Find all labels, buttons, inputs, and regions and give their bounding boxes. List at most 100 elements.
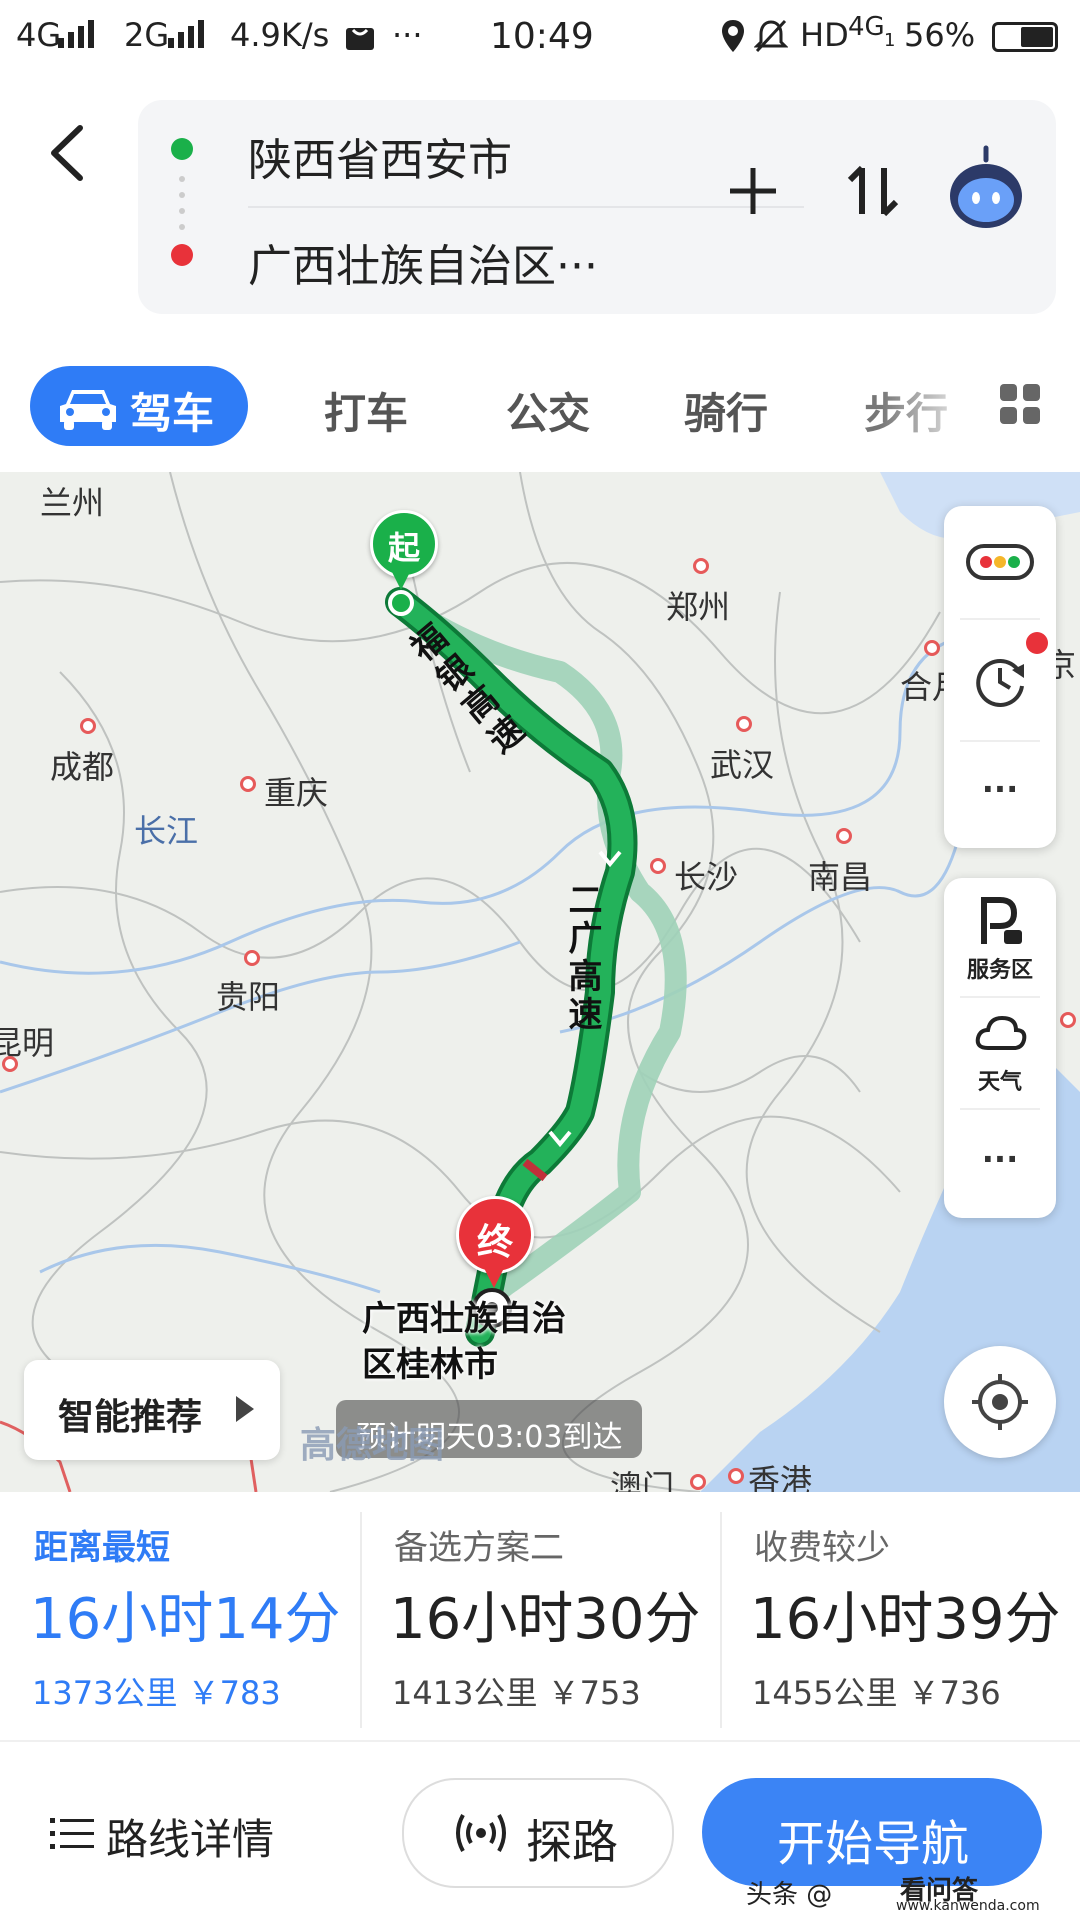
signal-icon-2: [168, 20, 210, 48]
explore-label: 探路: [526, 1815, 618, 1869]
controls-more-1[interactable]: ···: [944, 770, 1056, 808]
travel-mode-tabs: 驾车 打车 公交 骑行 步行: [0, 348, 1080, 472]
play-arrow-icon: [236, 1396, 254, 1422]
city-dot-nanchang: [836, 828, 852, 844]
status-time: 10:49: [490, 16, 594, 57]
signal-icon-1: [58, 20, 100, 48]
network-speed: 4.9K/s: [230, 16, 330, 54]
plan-info: 1373公里 ￥783: [32, 1674, 281, 1712]
traffic-light-icon[interactable]: [966, 544, 1034, 580]
locate-button[interactable]: [944, 1346, 1056, 1458]
route-detail-label: 路线详情: [106, 1815, 275, 1864]
route-plans: 距离最短 16小时14分 1373公里 ￥783 备选方案二 16小时30分 1…: [0, 1492, 1080, 1740]
tab-bus[interactable]: 公交: [506, 380, 590, 441]
destination-dot: [171, 244, 193, 266]
city-guiyang: 贵阳: [216, 978, 281, 1016]
broadcast-icon: [456, 1814, 506, 1852]
bottom-action-bar: 路线详情 探路 开始导航 头条 @ 看问答 www.kanwenda.com: [0, 1740, 1080, 1922]
map-controls-panel: ···: [944, 506, 1056, 848]
weather-cloud-icon[interactable]: [974, 1012, 1028, 1052]
status-more: ···: [392, 16, 423, 54]
swap-icon[interactable]: [838, 156, 908, 226]
service-area-label: 服务区: [966, 958, 1033, 983]
start-point: [388, 590, 414, 616]
mute-icon: [754, 19, 788, 53]
city-dot-chongqing: [240, 776, 256, 792]
start-marker[interactable]: 起: [370, 510, 438, 578]
watermark-toutiao: 头条 @: [746, 1880, 833, 1910]
plan-name: 备选方案二: [394, 1528, 564, 1568]
city-dot-macau: [690, 1474, 706, 1490]
city-nanchang: 南昌: [808, 858, 873, 896]
tab-drive-label: 驾车: [130, 389, 215, 438]
more-modes-icon[interactable]: [998, 382, 1042, 426]
destination-map-label: 广西壮族自治 区桂林市: [362, 1296, 566, 1388]
start-navigation-button[interactable]: 开始导航: [702, 1778, 1042, 1886]
city-dot-changsha: [650, 858, 666, 874]
network-label-3: 4G: [848, 12, 885, 42]
battery-icon: [992, 22, 1058, 52]
end-marker-label: 终: [476, 1222, 513, 1263]
city-dot-hefei: [924, 640, 940, 656]
city-chongqing: 重庆: [264, 774, 329, 812]
status-bar: 4G 2G 4.9K/s ··· 10:49 HD 4G 1 56%: [0, 0, 1080, 78]
end-marker[interactable]: 终: [456, 1196, 534, 1274]
city-dot-wuhan: [736, 716, 752, 732]
history-icon[interactable]: [972, 652, 1030, 710]
destination-map-label-line2: 区桂林市: [362, 1345, 498, 1385]
river-changjiang: 长江: [134, 812, 199, 850]
city-dot-hongkong: [728, 1468, 744, 1484]
plan-name: 距离最短: [34, 1528, 170, 1568]
destination-input[interactable]: 广西壮族自治区···: [248, 230, 598, 294]
destination-map-label-line1: 广西壮族自治: [362, 1299, 566, 1339]
plan-option-2[interactable]: 备选方案二 16小时30分 1413公里 ￥753: [360, 1492, 720, 1740]
plan-info: 1455公里 ￥736: [752, 1674, 1001, 1712]
assistant-avatar-icon[interactable]: [938, 142, 1034, 238]
list-icon: [50, 1818, 94, 1849]
plan-name: 收费较少: [754, 1528, 890, 1568]
smart-recommend-label: 智能推荐: [58, 1397, 203, 1438]
plan-time: 16小时39分: [750, 1587, 1061, 1652]
battery-percent: 56%: [904, 16, 976, 54]
origin-dot: [171, 138, 193, 160]
city-lanzhou: 兰州: [40, 484, 105, 522]
network-label-2: 2G: [124, 16, 170, 54]
tab-taxi[interactable]: 打车: [324, 380, 408, 441]
controls-more-2[interactable]: ···: [944, 1140, 1056, 1178]
tab-bike[interactable]: 骑行: [684, 380, 768, 441]
car-icon: [60, 390, 116, 430]
weather-label: 天气: [977, 1070, 1022, 1095]
plan-option-1[interactable]: 距离最短 16小时14分 1373公里 ￥783: [0, 1492, 360, 1740]
plan-time: 16小时30分: [390, 1587, 701, 1652]
add-waypoint-icon[interactable]: [718, 156, 788, 226]
road-label-erguang: 二广高速: [562, 882, 602, 1034]
plan-info: 1413公里 ￥753: [392, 1674, 641, 1712]
smart-recommend-button[interactable]: 智能推荐: [24, 1360, 280, 1460]
city-macau: 澳门: [610, 1468, 675, 1492]
city-wuhan: 武汉: [710, 746, 775, 784]
watermark-site: www.kanwenda.com: [896, 1898, 1040, 1914]
map-view[interactable]: 福银高速 二广高速 兰州 郑州 合月 京 成都 重庆 武汉 长江 长沙 南昌 贵…: [0, 472, 1080, 1492]
city-changsha: 长沙: [674, 858, 739, 896]
plan-option-3[interactable]: 收费较少 16小时39分 1455公里 ￥736: [720, 1492, 1080, 1740]
tab-drive[interactable]: 驾车: [30, 366, 248, 446]
back-icon[interactable]: [40, 118, 100, 188]
history-badge: [1026, 632, 1048, 654]
route-header: 陕西省西安市 广西壮族自治区···: [0, 78, 1080, 348]
network-label-3-sub: 1: [884, 30, 896, 51]
explore-button[interactable]: 探路: [402, 1778, 674, 1888]
city-dot-zhengzhou: [693, 558, 709, 574]
hd-label: HD: [800, 16, 849, 54]
route-input-box: 陕西省西安市 广西壮族自治区···: [138, 100, 1056, 314]
city-zhengzhou: 郑州: [666, 588, 731, 626]
origin-input[interactable]: 陕西省西安市: [248, 124, 512, 188]
start-marker-label: 起: [387, 529, 420, 567]
bag-icon: [346, 28, 374, 50]
location-icon: [722, 20, 744, 52]
city-hongkong: 香港: [748, 1462, 813, 1492]
city-dot-fuzhou: [1060, 1012, 1076, 1028]
city-chengdu: 成都: [50, 748, 115, 786]
network-label-1: 4G: [16, 16, 62, 54]
city-dot-guiyang: [244, 950, 260, 966]
parking-icon[interactable]: [978, 896, 1024, 946]
